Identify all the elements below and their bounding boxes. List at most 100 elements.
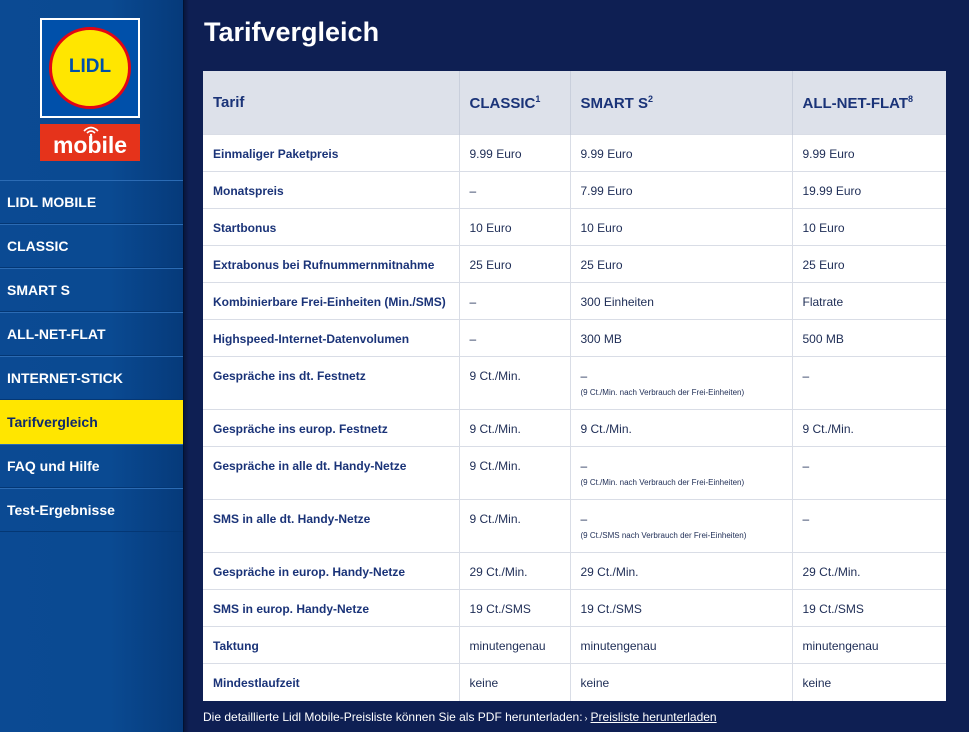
cell-value: 9 Ct./Min.: [580, 422, 632, 436]
cell-value: 300 MB: [580, 332, 622, 346]
download-price-list-link[interactable]: Preisliste herunterladen: [591, 710, 717, 724]
cell-value: 29 Ct./Min.: [802, 565, 861, 579]
row-label: SMS in alle dt. Handy-Netze: [203, 499, 460, 553]
row-label: Mindestlaufzeit: [203, 663, 460, 701]
table-cell: – (9 Ct./Min. nach Verbrauch der Frei-Ein…: [570, 356, 793, 410]
table-cell: 9 Ct./Min.: [459, 356, 571, 410]
cell-value: –: [802, 369, 810, 383]
table-cell: –: [792, 446, 946, 500]
cell-value: 9.99 Euro: [580, 147, 633, 161]
mobile-text: mobile: [52, 132, 128, 158]
table-cell: 10 Euro: [792, 208, 946, 246]
sidebar-item-all-net-flat[interactable]: ALL-NET-FLAT: [0, 312, 183, 356]
row-label: Monatspreis: [203, 171, 460, 209]
row-label: Taktung: [203, 626, 460, 664]
sidebar-item-lidl-mobile[interactable]: LIDL MOBILE: [0, 180, 183, 224]
column-header-label: CLASSIC: [469, 94, 536, 112]
sidebar-item-internet-stick[interactable]: INTERNET-STICK: [0, 356, 183, 400]
footnote-marker: 8: [908, 93, 914, 104]
table-cell: 9 Ct./Min.: [570, 409, 793, 447]
sidebar-item-test-ergebnisse[interactable]: Test-Ergebnisse: [0, 488, 183, 532]
table-row: Kombinierbare Frei-Einheiten (Min./SMS) –…: [203, 282, 946, 320]
table-row: Taktung minutengenau minutengenau minutenge…: [203, 626, 946, 664]
cell-value: 7.99 Euro: [580, 184, 633, 198]
table-cell: 300 MB: [570, 319, 793, 357]
cell-note: (9 Ct./Min. nach Verbrauch der Frei-Einh…: [580, 388, 745, 397]
sidebar-item-classic[interactable]: CLASSIC: [0, 224, 183, 268]
cell-value: –: [802, 512, 810, 526]
footer: Die detaillierte Lidl Mobile-Preisliste …: [203, 710, 717, 724]
table-row: Mindestlaufzeit keine keine keine: [203, 663, 946, 701]
table-row: Monatspreis – 7.99 Euro 19.99 Euro: [203, 171, 946, 209]
table-cell: –: [792, 356, 946, 410]
row-label: Highspeed-Internet-Datenvolumen: [203, 319, 460, 357]
cell-value: 9.99 Euro: [802, 147, 855, 161]
table-cell: 19 Ct./SMS: [459, 589, 571, 627]
table-cell: –: [459, 282, 571, 320]
table-cell: –: [459, 171, 571, 209]
cell-value: 19 Ct./SMS: [580, 602, 642, 616]
table-row: Startbonus 10 Euro 10 Euro 10 Euro: [203, 208, 946, 246]
cell-value: 10 Euro: [469, 221, 512, 235]
cell-value: 10 Euro: [802, 221, 845, 235]
table-cell: 19 Ct./SMS: [570, 589, 793, 627]
table-cell: 25 Euro: [570, 245, 793, 283]
table-cell: 10 Euro: [570, 208, 793, 246]
cell-value: minutengenau: [802, 639, 879, 653]
logo-circle: LIDL: [49, 27, 131, 109]
cell-value: –: [469, 332, 477, 346]
table-cell: 10 Euro: [459, 208, 571, 246]
cell-value: –: [469, 184, 477, 198]
table-cell: keine: [570, 663, 793, 701]
cell-value: 25 Euro: [580, 258, 623, 272]
cell-value: 29 Ct./Min.: [580, 565, 639, 579]
cell-value: –: [802, 459, 810, 473]
table-cell: minutengenau: [792, 626, 946, 664]
table-cell: 9 Ct./Min.: [459, 499, 571, 553]
table-row: SMS in alle dt. Handy-Netze 9 Ct./Min. – (9…: [203, 499, 946, 553]
row-label: Extrabonus bei Rufnummernmitnahme: [203, 245, 460, 283]
table-row: Einmaliger Paketpreis 9.99 Euro 9.99 Euro 9…: [203, 134, 946, 172]
logo-text: LIDL: [68, 56, 112, 77]
cell-value: 19 Ct./SMS: [802, 602, 864, 616]
table-cell: Flatrate: [792, 282, 946, 320]
table-cell: – (9 Ct./Min. nach Verbrauch der Frei-Ein…: [570, 446, 793, 500]
footnote-marker: 2: [648, 93, 654, 104]
sidebar-item-faq-und-hilfe[interactable]: FAQ und Hilfe: [0, 444, 183, 488]
cell-value: 500 MB: [802, 332, 844, 346]
mobile-badge[interactable]: mobile: [40, 124, 140, 161]
column-header: Tarif: [203, 71, 460, 135]
table-row: SMS in europ. Handy-Netze 19 Ct./SMS 19 Ct…: [203, 589, 946, 627]
cell-value: –: [469, 295, 477, 309]
cell-value: keine: [469, 676, 499, 690]
table-row: Gespräche in alle dt. Handy-Netze 9 Ct./M…: [203, 446, 946, 500]
cell-value: 9 Ct./Min.: [469, 369, 521, 383]
table-cell: 25 Euro: [459, 245, 571, 283]
row-label: Gespräche in europ. Handy-Netze: [203, 552, 460, 590]
row-label: Gespräche ins europ. Festnetz: [203, 409, 460, 447]
page-title: Tarifvergleich: [204, 17, 380, 47]
sidebar-item-tarifvergleich[interactable]: Tarifvergleich: [0, 400, 183, 444]
cell-value: 9 Ct./Min.: [469, 512, 521, 526]
column-header: CLASSIC1: [459, 71, 571, 135]
cell-value: 29 Ct./Min.: [469, 565, 528, 579]
cell-value: Flatrate: [802, 295, 844, 309]
sidebar-item-smart-s[interactable]: SMART S: [0, 268, 183, 312]
cell-value: 9 Ct./Min.: [469, 422, 521, 436]
cell-value: 10 Euro: [580, 221, 623, 235]
table-cell: –: [459, 319, 571, 357]
cell-value: 9 Ct./Min.: [469, 459, 521, 473]
column-header-label: ALL-NET-FLAT: [802, 94, 909, 112]
cell-note: (9 Ct./SMS nach Verbrauch der Frei-Einhe…: [580, 531, 747, 540]
cell-value: 25 Euro: [469, 258, 512, 272]
table-row: Gespräche ins dt. Festnetz 9 Ct./Min. – (9 …: [203, 356, 946, 410]
table-cell: 9 Ct./Min.: [459, 446, 571, 500]
lidl-logo[interactable]: LIDL: [40, 18, 140, 118]
row-label: Gespräche in alle dt. Handy-Netze: [203, 446, 460, 500]
row-label: Startbonus: [203, 208, 460, 246]
footnote-marker: 1: [535, 93, 541, 104]
table-row: Extrabonus bei Rufnummernmitnahme 25 Euro…: [203, 245, 946, 283]
table-cell: 9 Ct./Min.: [459, 409, 571, 447]
footer-text: Die detaillierte Lidl Mobile-Preisliste …: [203, 710, 583, 724]
row-label: Gespräche ins dt. Festnetz: [203, 356, 460, 410]
